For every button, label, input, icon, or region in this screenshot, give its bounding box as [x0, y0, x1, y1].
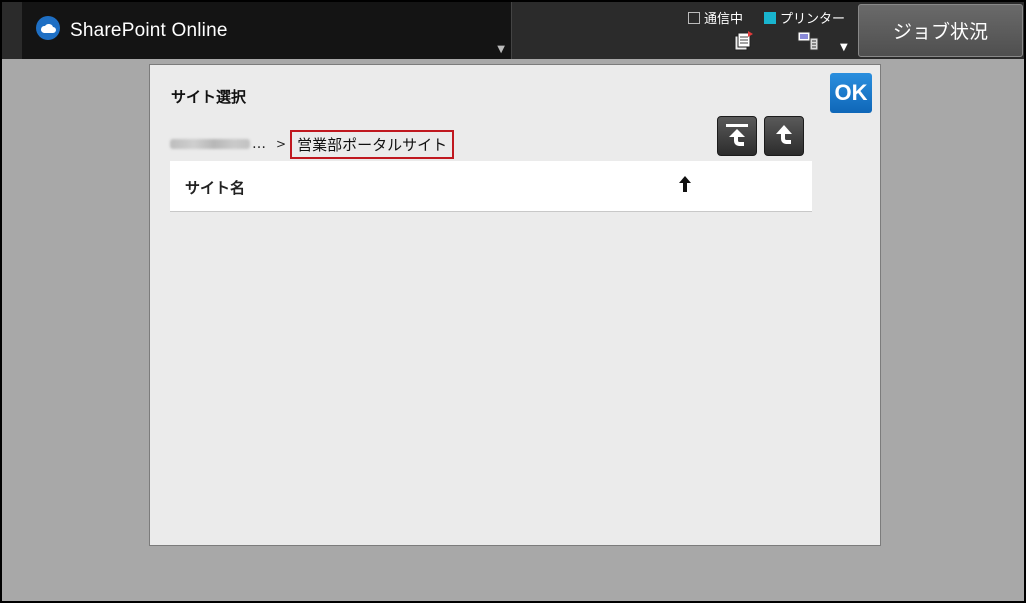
cloud-icon — [36, 16, 60, 40]
go-up-icon — [776, 125, 792, 144]
go-to-top-icon — [726, 124, 748, 146]
top-bar: SharePoint Online ▼ 通信中 プリンター ▼ ジョブ状況 — [2, 2, 1024, 59]
app-title: SharePoint Online — [70, 20, 228, 41]
job-status-button[interactable]: ジョブ状況 — [858, 4, 1023, 57]
go-up-button[interactable] — [764, 116, 804, 156]
dialog-title: サイト選択 — [171, 88, 247, 106]
checkbox-icon — [688, 11, 700, 24]
status-dropdown-icon[interactable]: ▼ — [840, 42, 848, 53]
status-communicating: 通信中 — [688, 8, 743, 27]
site-select-dialog: サイト選択 OK … > 営業部ポータルサイト サイト名 — [149, 64, 881, 546]
go-to-top-button[interactable] — [717, 116, 757, 156]
status-printer-label: プリンター — [780, 12, 846, 27]
status-area: 通信中 プリンター ▼ — [686, 6, 856, 56]
breadcrumb-parent-redacted[interactable] — [170, 139, 250, 149]
chevron-down-icon[interactable]: ▼ — [497, 44, 505, 55]
app-tab[interactable]: SharePoint Online ▼ — [22, 2, 512, 59]
breadcrumb: … > 営業部ポータルサイト — [170, 129, 455, 159]
document-send-icon — [732, 30, 754, 56]
printer-status-indicator — [764, 11, 776, 24]
status-communicating-label: 通信中 — [704, 12, 744, 27]
column-site-name[interactable]: サイト名 — [185, 177, 245, 198]
breadcrumb-ellipsis: … — [252, 136, 266, 152]
screen-frame: SharePoint Online ▼ 通信中 プリンター ▼ ジョブ状況 サイ… — [0, 0, 1026, 603]
site-list-header: サイト名 — [170, 161, 812, 212]
sort-ascending-icon[interactable] — [678, 175, 692, 197]
breadcrumb-separator: > — [276, 137, 287, 151]
status-printer: プリンター — [764, 8, 845, 27]
printer-icon — [796, 30, 820, 56]
breadcrumb-current: 営業部ポータルサイト — [290, 129, 455, 159]
ok-button[interactable]: OK — [830, 73, 872, 113]
